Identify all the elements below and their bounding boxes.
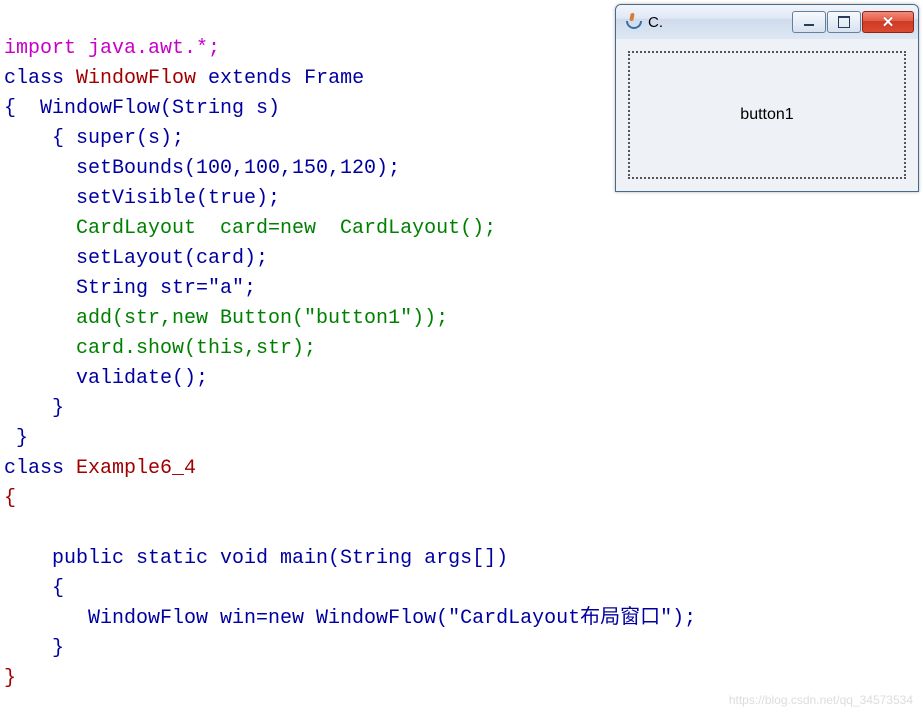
code-line-6: setVisible(true); — [4, 187, 280, 210]
minimize-icon — [804, 24, 814, 26]
java-awt-window[interactable]: C. ✕ button1 — [615, 4, 919, 192]
button1[interactable]: button1 — [628, 51, 906, 179]
code-line-5: setBounds(100,100,150,120); — [4, 157, 400, 180]
window-title: C. — [648, 14, 663, 31]
code-line-14: } — [4, 427, 28, 450]
window-titlebar[interactable]: C. ✕ — [616, 5, 918, 39]
code-line-8: setLayout(card); — [4, 247, 268, 270]
code-line-1: import java.awt.*; — [4, 37, 220, 60]
maximize-button[interactable] — [827, 11, 861, 33]
maximize-icon — [838, 16, 850, 28]
code-line-18: { — [4, 577, 64, 600]
code-line-19: WindowFlow win=new WindowFlow("CardLayou… — [4, 607, 696, 630]
code-line-7: CardLayout card=new CardLayout(); — [4, 217, 496, 240]
close-button[interactable]: ✕ — [862, 11, 914, 33]
code-line-12: validate(); — [4, 367, 208, 390]
code-line-2: class WindowFlow extends Frame — [4, 67, 364, 90]
code-line-4: { super(s); — [4, 127, 184, 150]
code-line-16: { — [4, 487, 16, 510]
code-line-10: add(str,new Button("button1")); — [4, 307, 448, 330]
window-client-area: button1 — [616, 39, 918, 191]
code-line-3: { WindowFlow(String s) — [4, 97, 280, 120]
code-line-21: } — [4, 667, 16, 690]
code-line-17: public static void main(String args[]) — [4, 547, 508, 570]
watermark-text: https://blog.csdn.net/qq_34573534 — [729, 693, 913, 707]
button1-label: button1 — [740, 106, 793, 124]
code-line-13: } — [4, 397, 64, 420]
code-line-9: String str="a"; — [4, 277, 256, 300]
minimize-button[interactable] — [792, 11, 826, 33]
code-line-20: } — [4, 637, 64, 660]
java-icon — [624, 13, 642, 31]
close-icon: ✕ — [882, 13, 895, 31]
code-line-11: card.show(this,str); — [4, 337, 316, 360]
code-line-15: class Example6_4 — [4, 457, 196, 480]
